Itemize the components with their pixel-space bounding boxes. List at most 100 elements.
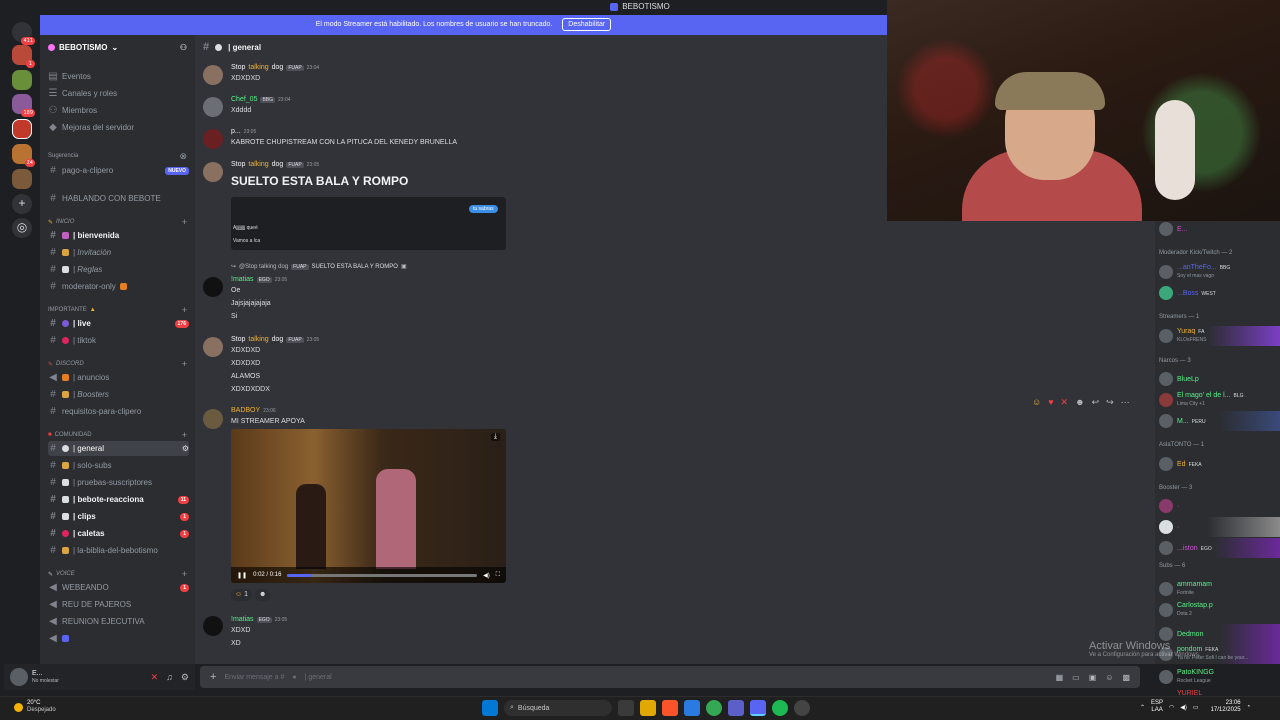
member[interactable]: E...	[1159, 221, 1280, 239]
attach-plus-icon[interactable]: +	[210, 671, 216, 683]
member[interactable]: ...iston EGO	[1159, 538, 1280, 558]
video-player[interactable]: ⤓ ❚❚ 0:02 / 0:16 ◀) ⛶	[231, 429, 506, 583]
voice-channel[interactable]: ◀	[48, 631, 189, 646]
voice-webeando[interactable]: ◀ WEBEANDO 1	[48, 580, 189, 595]
reply-user[interactable]: @Stop talking dog	[239, 264, 288, 270]
notification-icon[interactable]: ◔	[1247, 704, 1251, 710]
channel-general[interactable]: # | general ⚙	[48, 441, 189, 456]
avatar[interactable]	[203, 616, 223, 636]
reaction-pill[interactable]: ☺ 1	[231, 588, 253, 601]
reply-text[interactable]: SUELTO ESTA BALA Y ROMPO	[312, 264, 398, 270]
server-header[interactable]: BEBOTISMO ⌄ ⚇	[40, 35, 195, 59]
disable-streamer-button[interactable]: Deshabilitar	[562, 18, 612, 31]
invite-icon[interactable]: ⚇	[180, 43, 187, 52]
username[interactable]: !matias	[231, 616, 254, 623]
sidebar-item-miembros[interactable]: ⚇ Miembros	[48, 103, 189, 118]
gift-icon[interactable]: ▦	[1056, 673, 1064, 682]
username[interactable]: Stop	[231, 64, 245, 71]
sidebar-item-canales[interactable]: ☰ Canales y roles	[48, 86, 189, 101]
channel-caletas[interactable]: # | caletas 1	[48, 526, 189, 541]
add-channel-icon[interactable]: +	[182, 430, 187, 440]
chevron-up-icon[interactable]: ⌃	[1140, 704, 1145, 711]
channel-clips[interactable]: # | clips 1	[48, 509, 189, 524]
member[interactable]: ...anTheFo... BBG Soy el mas vago	[1159, 262, 1280, 282]
channel-bebote-reacciona[interactable]: # | bebote-reacciona 11	[48, 492, 189, 507]
member[interactable]: M... PERU	[1159, 411, 1280, 431]
channel-tiktok[interactable]: # | tiktok	[48, 333, 189, 348]
username[interactable]: Stop	[231, 336, 245, 343]
category-importante[interactable]: IMPORTANTE ▲ +	[48, 305, 187, 315]
channel-reglas[interactable]: # | Reglas	[48, 262, 189, 277]
close-icon[interactable]: ⊗	[179, 151, 187, 162]
message-input[interactable]: + Enviar mensaje a # ● | general ▦ ▭ ▣ ☺…	[200, 666, 1140, 688]
avatar[interactable]	[10, 668, 28, 686]
volume-icon[interactable]: ◀)	[1180, 704, 1187, 711]
username[interactable]: !matias	[231, 276, 254, 283]
server-icon[interactable]	[12, 70, 32, 90]
channel-invitacion[interactable]: # | Invitación	[48, 245, 189, 260]
category-voice[interactable]: ✎ VOICE +	[48, 569, 187, 579]
username-part[interactable]: talking	[248, 64, 268, 71]
member[interactable]: ·	[1159, 496, 1280, 516]
mic-muted-icon[interactable]: ✕	[151, 672, 159, 683]
pause-icon[interactable]: ❚❚	[237, 572, 247, 579]
avatar[interactable]	[203, 337, 223, 357]
sidebar-item-mejoras[interactable]: ◆ Mejoras del servidor	[48, 120, 189, 135]
volume-icon[interactable]: ◀)	[483, 572, 490, 579]
brave-icon[interactable]	[662, 700, 678, 716]
username[interactable]: p...	[231, 128, 241, 135]
sidebar-item-eventos[interactable]: ▤ Eventos	[48, 69, 189, 84]
settings-icon[interactable]: ⚙	[182, 444, 189, 453]
channel-bienvenida[interactable]: # | bienvenida	[48, 228, 189, 243]
username-part[interactable]: talking	[248, 161, 268, 168]
more-icon[interactable]: ⋯	[1121, 397, 1130, 408]
settings-icon[interactable]: ⚙	[181, 672, 189, 683]
direct-messages-icon[interactable]: 411	[12, 22, 35, 45]
file-explorer-icon[interactable]	[640, 700, 656, 716]
apps-icon[interactable]: ▩	[1122, 673, 1130, 682]
username[interactable]: Chef_05	[231, 96, 257, 103]
channel-live[interactable]: # | live 176	[48, 316, 189, 331]
server-icon[interactable]: 1	[12, 45, 35, 68]
channel-moderator-only[interactable]: # moderator-only	[48, 279, 189, 294]
username-part[interactable]: dog	[272, 161, 284, 168]
add-channel-icon[interactable]: +	[182, 217, 187, 227]
add-reaction-icon[interactable]: ☻	[1075, 397, 1084, 408]
channel-solo-subs[interactable]: # | solo-subs	[48, 458, 189, 473]
server-icon[interactable]: 189	[12, 94, 35, 117]
server-icon-active[interactable]	[12, 119, 32, 139]
category-comunidad[interactable]: ■ COMUNIDAD +	[48, 430, 187, 440]
forward-icon[interactable]: ↪	[1106, 397, 1114, 408]
discord-icon[interactable]	[750, 700, 766, 716]
member[interactable]: ammamam Fortnite	[1159, 579, 1280, 599]
add-channel-icon[interactable]: +	[182, 359, 187, 369]
username-part[interactable]: dog	[272, 336, 284, 343]
image-embed[interactable]: tu sabras Ajjjjjjjj queé Vamos a lca	[231, 197, 506, 250]
member[interactable]: Carlostap.p Dota 2	[1159, 600, 1280, 620]
task-view-icon[interactable]	[618, 700, 634, 716]
battery-icon[interactable]: ▭	[1193, 704, 1199, 711]
clock[interactable]: 23:06 17/12/2025	[1211, 700, 1241, 714]
spotify-icon[interactable]	[772, 700, 788, 716]
voice-reunion[interactable]: ◀ REUNION EJECUTIVA	[48, 614, 189, 629]
windows-start-icon[interactable]	[482, 700, 498, 716]
channel-pago-a-clipero[interactable]: # pago-a-clipero NUEVO	[48, 163, 189, 178]
category-discord[interactable]: ✎ DISCORD +	[48, 359, 187, 369]
member[interactable]: El mago' el de l... BLG Lima City +1	[1159, 390, 1280, 410]
avatar[interactable]	[203, 65, 223, 85]
add-channel-icon[interactable]: +	[182, 569, 187, 579]
voice-reu-pajeros[interactable]: ◀ REU DE PAJEROS	[48, 597, 189, 612]
member[interactable]: Ed FEKA	[1159, 454, 1280, 474]
username[interactable]: BADBOY	[231, 407, 260, 414]
channel-requisitos[interactable]: # requisitos-para-clipero	[48, 404, 189, 419]
member[interactable]: ...Boss WEST	[1159, 283, 1280, 303]
video-seek-bar[interactable]	[287, 573, 478, 577]
member[interactable]: BlueLp	[1159, 369, 1280, 389]
avatar[interactable]	[203, 162, 223, 182]
wifi-icon[interactable]: ◠	[1169, 704, 1174, 711]
category-inicio[interactable]: ✎ INICIO +	[48, 217, 187, 227]
store-icon[interactable]	[684, 700, 700, 716]
channel-hablando[interactable]: # HABLANDO CON BEBOTE	[48, 191, 189, 206]
server-icon[interactable]: 24	[12, 144, 35, 167]
weather-widget[interactable]: 20°C Despejado	[14, 700, 56, 714]
